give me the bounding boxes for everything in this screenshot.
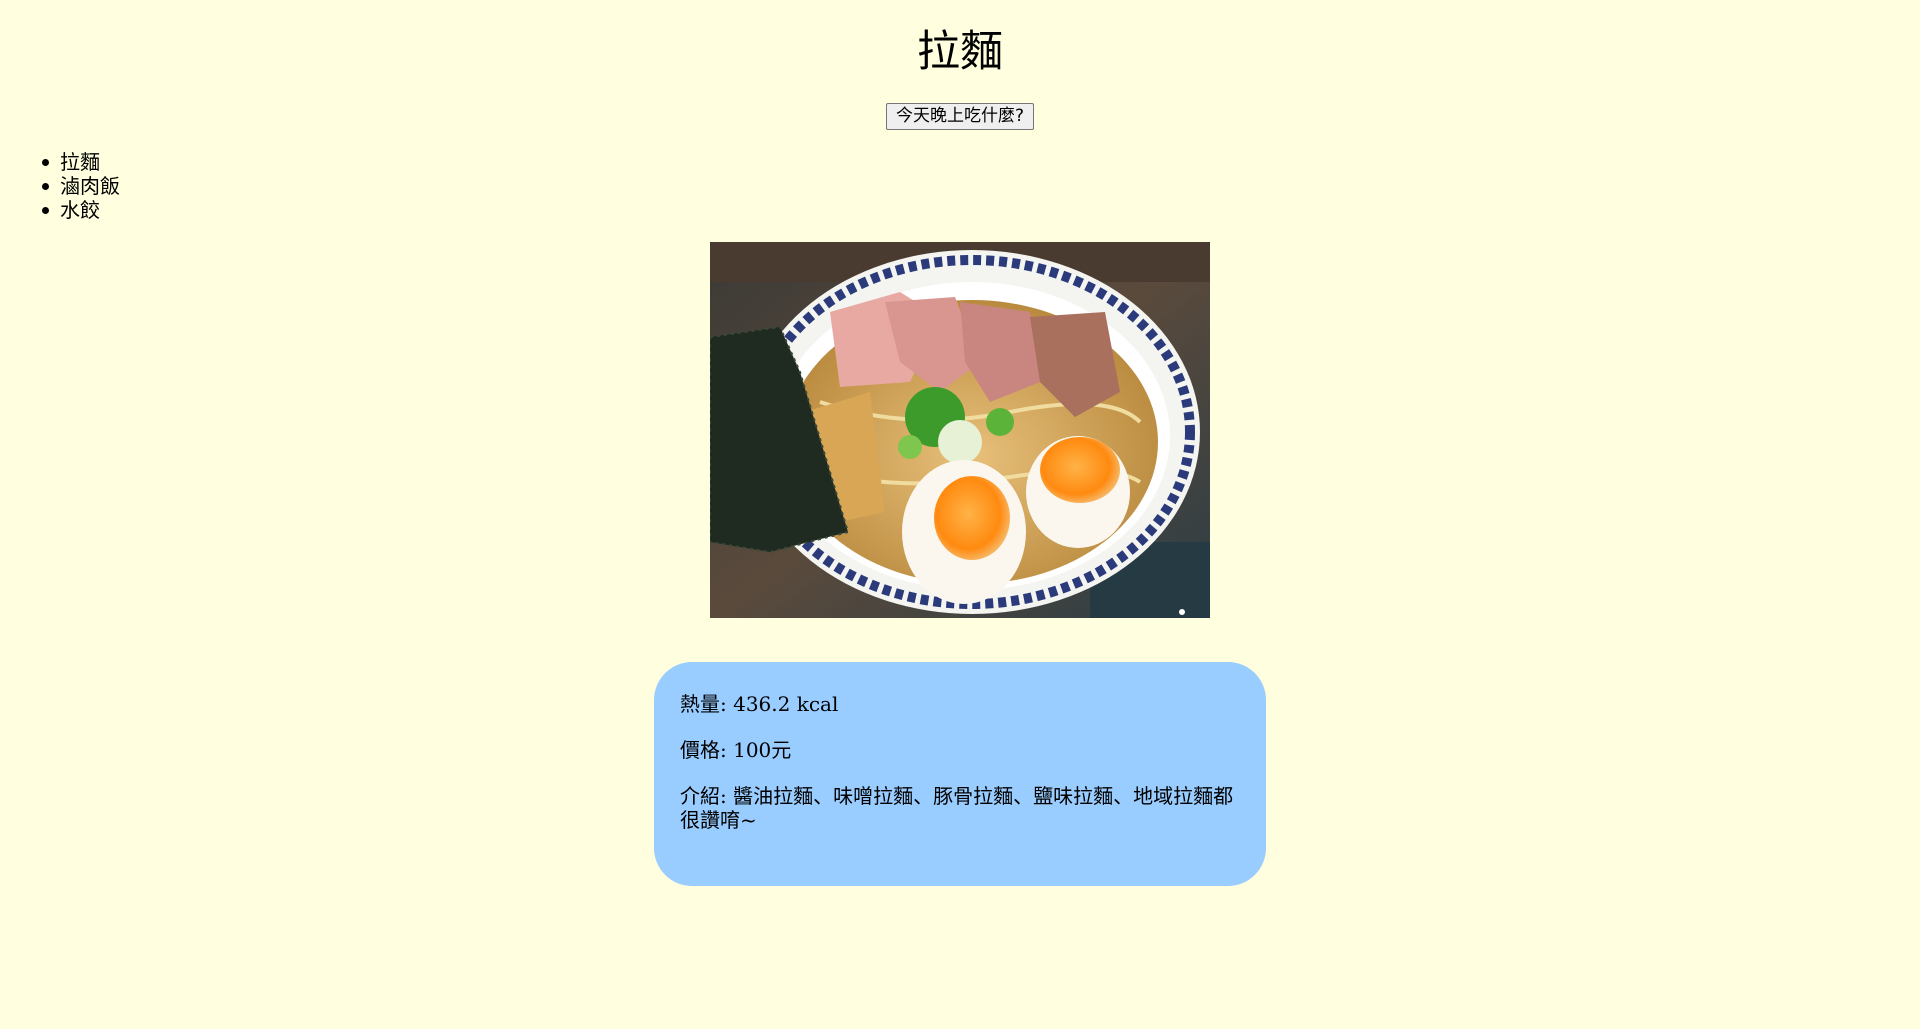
price-text: 價格: 100元 bbox=[680, 738, 792, 762]
list-item: 滷肉飯 bbox=[42, 174, 120, 198]
what-to-eat-button[interactable]: 今天晚上吃什麼? bbox=[886, 103, 1034, 130]
list-item: 水餃 bbox=[42, 198, 120, 222]
food-info-card: 熱量: 436.2 kcal 價格: 100元 介紹: 醬油拉麵、味噌拉麵、豚骨… bbox=[654, 662, 1266, 886]
ramen-photo bbox=[710, 242, 1210, 618]
list-item: 拉麵 bbox=[42, 150, 120, 174]
intro-text: 介紹: 醬油拉麵、味噌拉麵、豚骨拉麵、鹽味拉麵、地域拉麵都很讚唷~ bbox=[680, 784, 1234, 832]
page-title: 拉麵 bbox=[917, 27, 1003, 77]
calories-text: 熱量: 436.2 kcal bbox=[680, 692, 839, 716]
food-list: 拉麵 滷肉飯 水餃 bbox=[42, 150, 120, 222]
